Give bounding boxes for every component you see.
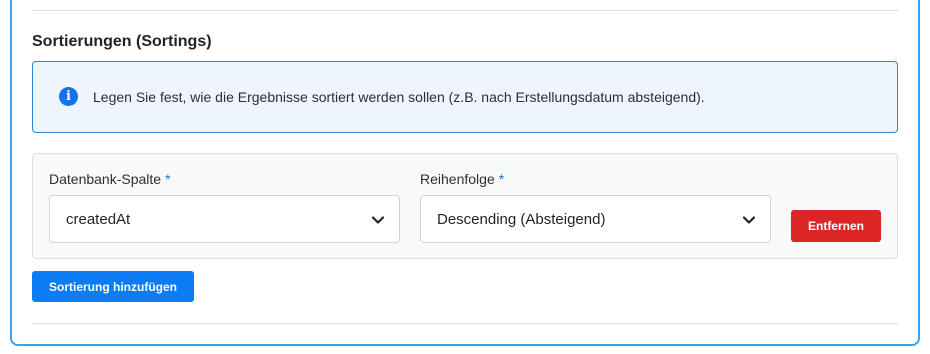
required-marker: * <box>498 171 505 187</box>
chevron-down-icon <box>371 216 385 224</box>
top-divider <box>32 10 898 11</box>
column-select[interactable]: createdAt <box>49 195 400 243</box>
info-text: Legen Sie fest, wie die Ergebnisse sorti… <box>93 89 705 105</box>
chevron-down-icon <box>742 216 756 224</box>
column-label: Datenbank-Spalte * <box>49 170 171 188</box>
section-title: Sortierungen (Sortings) <box>32 33 212 50</box>
remove-button[interactable]: Entfernen <box>791 210 881 242</box>
column-label-text: Datenbank-Spalte <box>49 171 162 187</box>
bottom-divider <box>32 323 898 324</box>
order-select-value: Descending (Absteigend) <box>437 211 606 228</box>
info-icon: i <box>59 87 78 106</box>
sort-row: Datenbank-Spalte * createdAt Reihenfolge *… <box>32 153 898 259</box>
order-label-text: Reihenfolge <box>420 171 495 187</box>
info-alert: i Legen Sie fest, wie die Ergebnisse sor… <box>32 61 898 133</box>
order-select[interactable]: Descending (Absteigend) <box>420 195 771 243</box>
order-label: Reihenfolge * <box>420 170 504 188</box>
add-sorting-button[interactable]: Sortierung hinzufügen <box>32 271 194 302</box>
column-select-value: createdAt <box>66 211 131 228</box>
required-marker: * <box>165 171 171 187</box>
